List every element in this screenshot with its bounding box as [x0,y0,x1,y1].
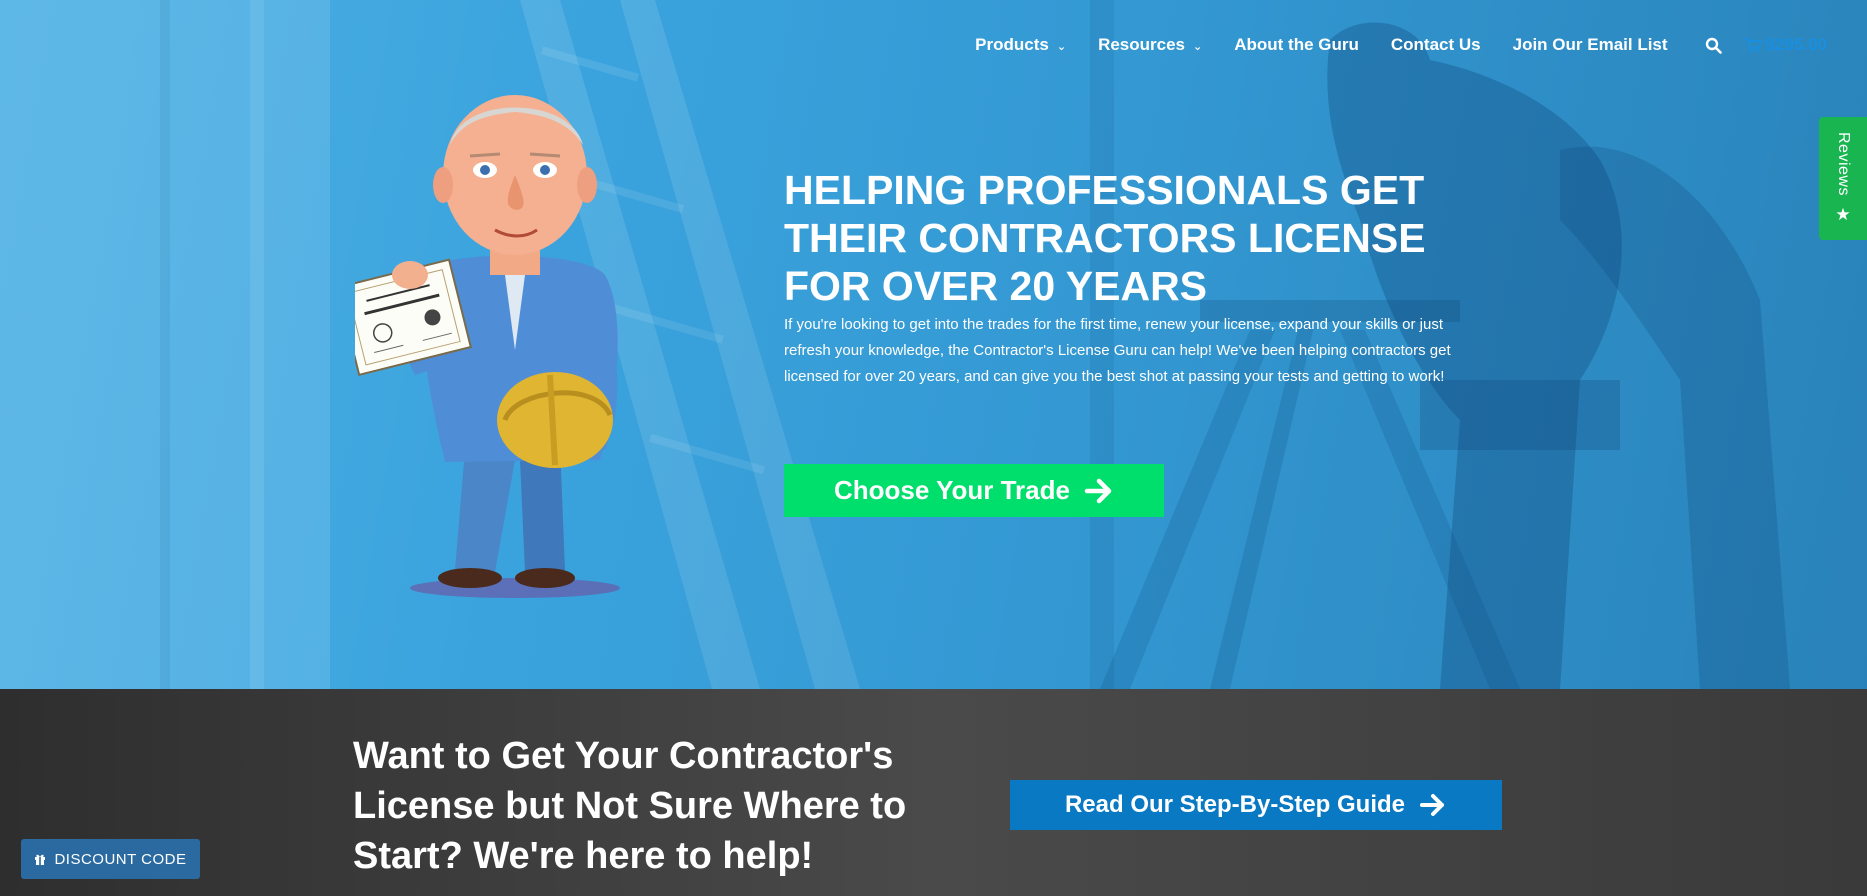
guide-button-label: Read Our Step-By-Step Guide [1064,791,1406,818]
nav-item-label: Resources [1098,35,1186,54]
main-nav: Products ⌄ Resources ⌄ About the Guru Co… [943,0,1867,90]
nav-item-resources[interactable]: Resources ⌄ [1098,35,1202,55]
nav-item-about[interactable]: About the Guru [1234,35,1359,55]
help-band: Want to Get Your Contractor's License bu… [0,689,1867,896]
step-by-step-guide-button[interactable]: Read Our Step-By-Step Guide [1010,780,1502,830]
nav-item-email-list[interactable]: Join Our Email List [1513,35,1668,55]
nav-item-contact[interactable]: Contact Us [1391,35,1481,55]
nav-item-label: About the Guru [1234,35,1359,54]
hero-title: HELPING PROFESSIONALS GET THEIR CONTRACT… [784,167,1426,309]
hero-section: Products ⌄ Resources ⌄ About the Guru Co… [0,0,1867,689]
star-icon: ★ [1835,205,1851,225]
cart-button[interactable]: $295.00 [1744,35,1827,55]
nav-item-products[interactable]: Products ⌄ [975,35,1066,55]
arrow-right-icon [1084,478,1112,503]
arrow-right-icon [1420,794,1445,816]
reviews-tab[interactable]: Reviews ★ [1819,117,1867,240]
hero-description: If you're looking to get into the trades… [784,316,1451,385]
chevron-down-icon: ⌄ [1193,40,1203,53]
guru-illustration [355,95,620,598]
discount-code-button[interactable]: DISCOUNT CODE [21,839,200,879]
help-band-title: Want to Get Your Contractor's License bu… [353,735,907,877]
cart-icon [1744,38,1762,53]
choose-trade-button[interactable]: Choose Your Trade [784,464,1164,517]
discount-code-label: DISCOUNT CODE [54,850,187,868]
reviews-label: Reviews [1835,131,1852,196]
choose-trade-label: Choose Your Trade [834,475,1070,505]
nav-item-label: Join Our Email List [1512,35,1668,54]
cart-amount: $295.00 [1765,35,1827,54]
nav-item-label: Products [975,35,1049,54]
chevron-down-icon: ⌄ [1056,40,1067,53]
nav-item-label: Contact Us [1390,35,1481,54]
search-icon[interactable] [1704,35,1724,55]
gift-icon [35,854,46,865]
